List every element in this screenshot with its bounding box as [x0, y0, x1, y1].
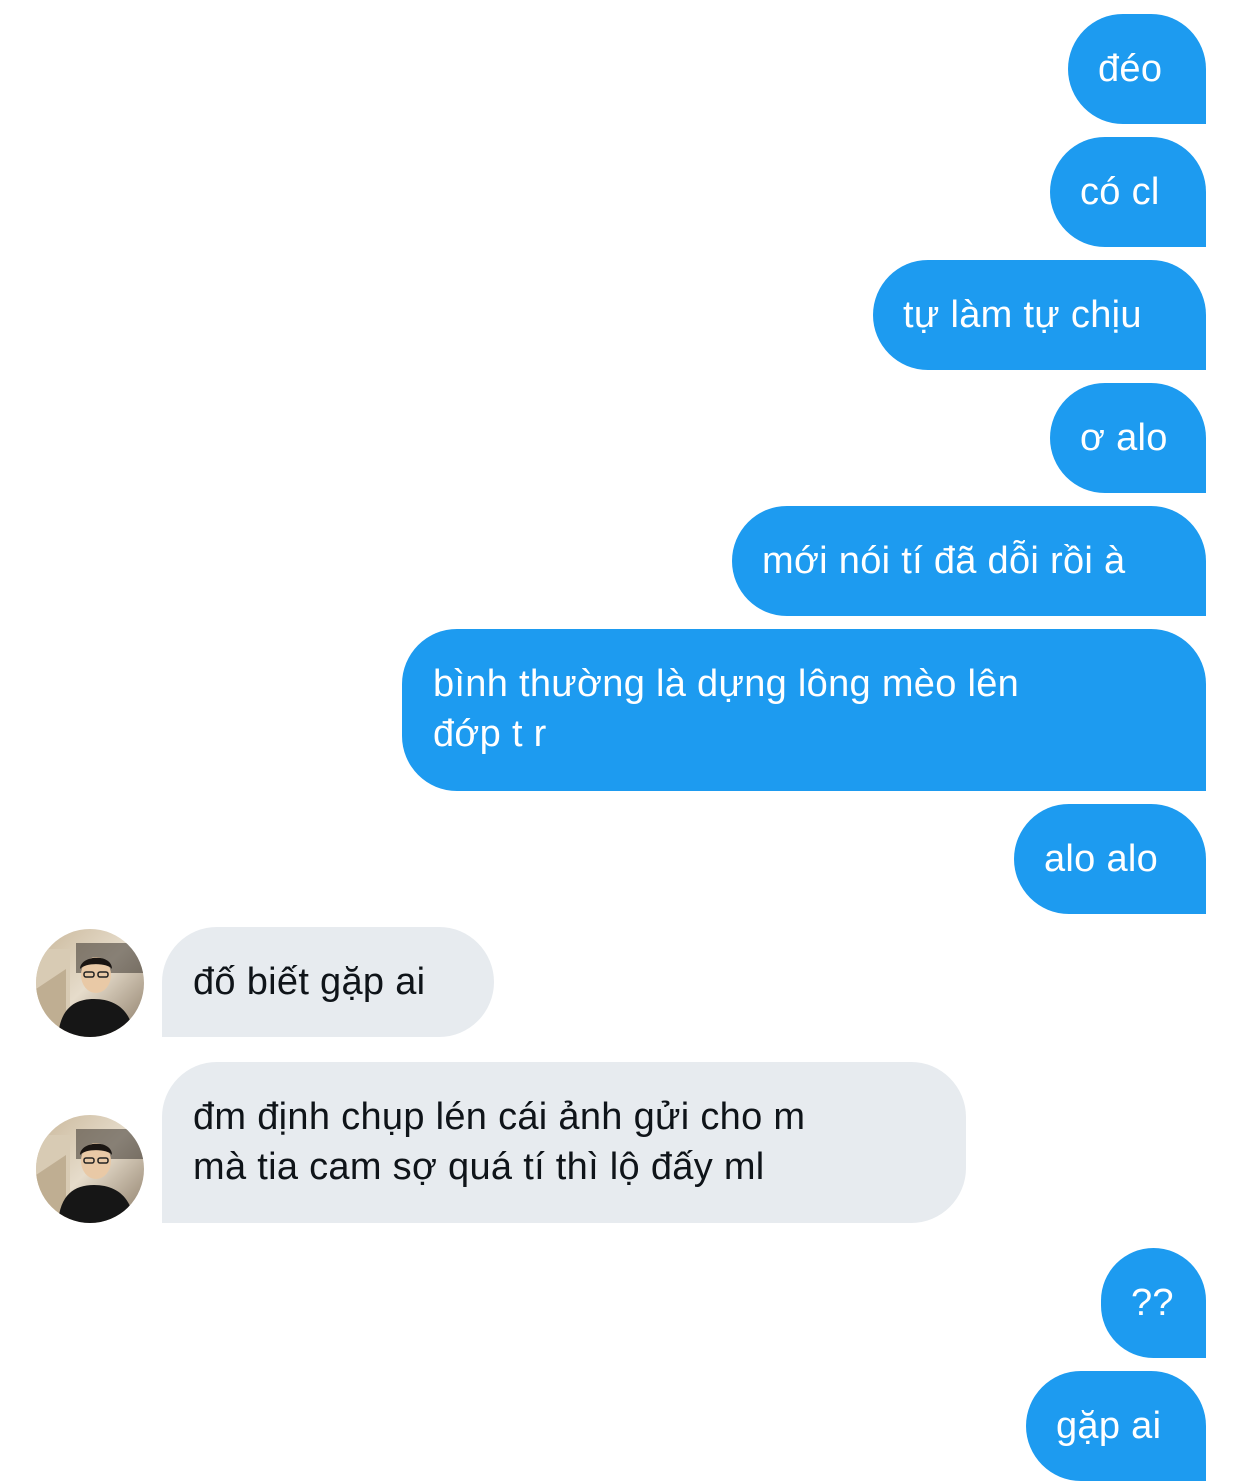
outgoing-message[interactable]: bình thường là dựng lông mèo lên đớp t r [402, 629, 1206, 791]
outgoing-message[interactable]: ?? [1101, 1248, 1206, 1358]
outgoing-message[interactable]: tự làm tự chịu [873, 260, 1206, 370]
contact-avatar[interactable] [36, 1115, 144, 1223]
message-thread: đéo có cl tự làm tự chịu ơ alo mới nói t… [0, 0, 1242, 1481]
user-photo-avatar-icon [36, 1115, 144, 1223]
incoming-message[interactable]: đm định chụp lén cái ảnh gửi cho m mà ti… [162, 1062, 966, 1223]
outgoing-message[interactable]: đéo [1068, 14, 1206, 124]
outgoing-message[interactable]: alo alo [1014, 804, 1206, 914]
outgoing-message[interactable]: ơ alo [1050, 383, 1206, 493]
user-photo-avatar-icon [36, 929, 144, 1037]
incoming-message[interactable]: đố biết gặp ai [162, 927, 494, 1037]
outgoing-message[interactable]: mới nói tí đã dỗi rồi à [732, 506, 1206, 616]
outgoing-message[interactable]: có cl [1050, 137, 1206, 247]
contact-avatar[interactable] [36, 929, 144, 1037]
outgoing-message[interactable]: gặp ai [1026, 1371, 1206, 1481]
